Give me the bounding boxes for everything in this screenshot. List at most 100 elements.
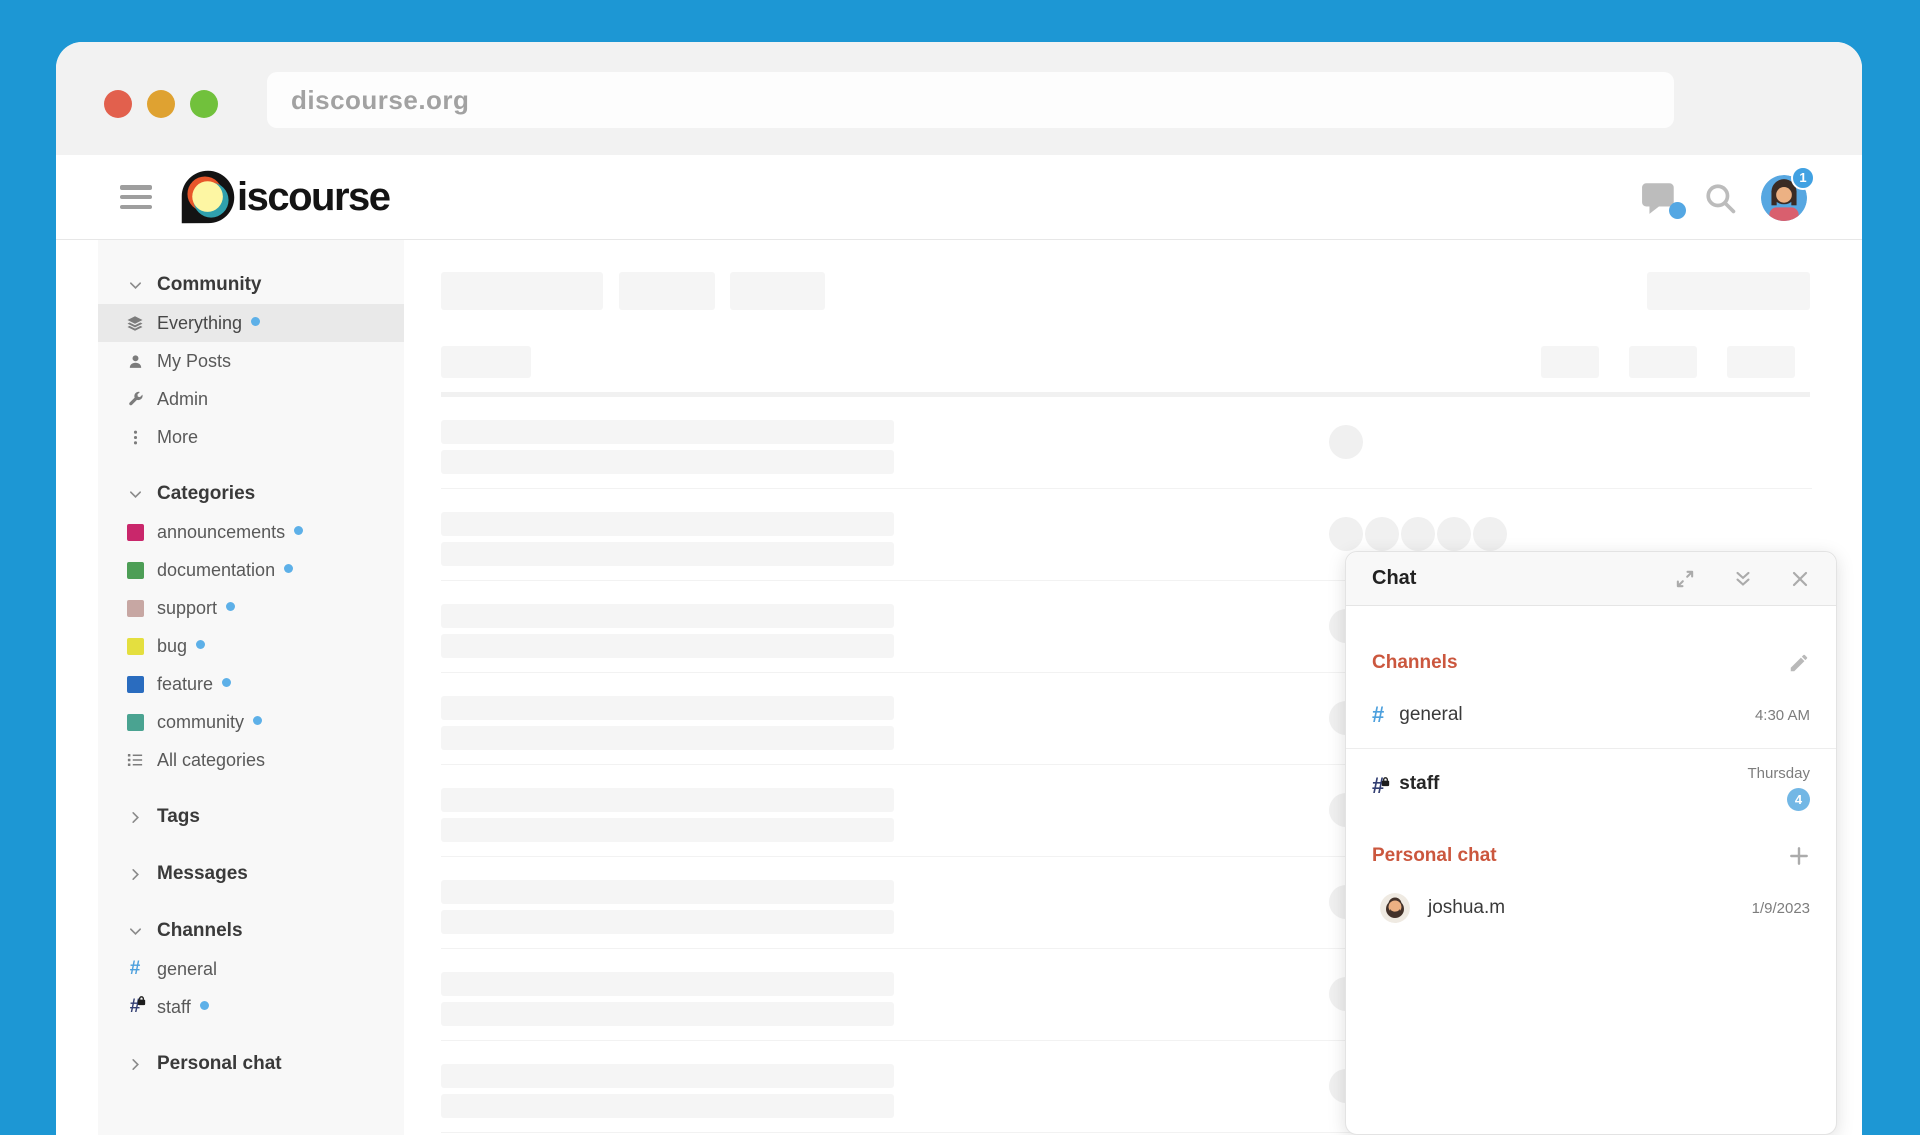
close-icon[interactable] [1790,568,1810,590]
chat-unread-badge: 4 [1787,788,1810,811]
sidebar-item-bug[interactable]: bug [98,627,404,665]
sidebar-item-community[interactable]: community [98,703,404,741]
sidebar-item-general[interactable]: # general [98,950,404,988]
hash-icon: # [1372,702,1385,727]
joshua-avatar [1380,893,1410,923]
site-header: iscourse 1 [56,155,1862,240]
hash-glyph: # [130,996,146,1018]
chat-panel: Chat Channels # general 4:30 AM # staff … [1345,551,1837,1135]
unread-dot [294,525,304,535]
skeleton-placeholder [441,696,894,720]
sidebar-section-community[interactable]: Community [98,266,404,304]
sidebar-item-label: staff [157,996,191,1017]
sidebar-item-everything[interactable]: Everything [98,304,404,342]
sidebar-section-label: Messages [157,863,248,884]
chat-bubble-icon[interactable] [1641,180,1686,219]
sidebar-item-feature[interactable]: feature [98,665,404,703]
sidebar-item-label: Everything [157,312,243,333]
discourse-logo-text: iscourse [237,174,391,219]
unread-dot [284,563,294,573]
unread-dot [199,1000,209,1010]
sidebar-section-channels[interactable]: Channels [98,912,404,950]
category-swatch [124,561,146,579]
skeleton-placeholder [441,604,894,628]
sidebar-item-announcements[interactable]: announcements [98,513,404,551]
lock-icon [1380,767,1391,793]
sidebar-item-my-posts[interactable]: My Posts [98,342,404,380]
category-swatch [124,713,146,731]
skeleton-placeholder [441,880,894,904]
chat-channel-staff[interactable]: # staff Thursday 4 [1372,763,1810,811]
sidebar-item-label: Admin [157,388,209,409]
chat-panel-title: Chat [1372,567,1417,589]
sidebar-item-documentation[interactable]: documentation [98,551,404,589]
sidebar-section-label: Tags [157,806,200,827]
user-icon [124,353,146,370]
wrench-icon [124,391,146,408]
unread-dot [222,677,232,687]
skeleton-placeholder [441,1064,894,1088]
unread-dot [253,715,263,725]
hash-glyph: # [129,958,141,979]
unread-dot [226,601,236,611]
skeleton-placeholder [441,346,531,378]
chat-unread-dot [1669,201,1686,219]
skeleton-placeholder [441,542,894,566]
user-avatar[interactable]: 1 [1761,165,1815,221]
skeleton-placeholder [441,512,894,536]
skeleton-avatar-circle [1401,517,1435,551]
expand-icon[interactable] [1674,568,1696,590]
chat-dm-joshua-m[interactable]: joshua.m 1/9/2023 [1372,893,1810,923]
discourse-logo[interactable]: iscourse [180,169,391,225]
sidebar-item-label: bug [157,635,188,656]
chat-channel-general[interactable]: # general 4:30 AM [1372,702,1810,728]
skeleton-placeholder [441,788,894,812]
sidebar-section-label: Personal chat [157,1053,282,1074]
sidebar-item-label: community [157,711,245,732]
sidebar-item-support[interactable]: support [98,589,404,627]
skeleton-placeholder [441,420,894,444]
window-controls [104,90,218,118]
sidebar: Community Everything My Posts Admin More Cate… [98,240,404,1135]
screen: discourse.org iscourse 1 Community Every… [0,0,1920,1135]
minimize-window-button[interactable] [147,90,175,118]
sidebar-item-staff[interactable]: # staff [98,988,404,1026]
skeleton-avatar-circle [1437,517,1471,551]
skeleton-placeholder [441,726,894,750]
skeleton-placeholder [441,1094,894,1118]
pencil-icon[interactable] [1788,652,1810,674]
sidebar-section-tags[interactable]: Tags [98,798,404,836]
maximize-window-button[interactable] [190,90,218,118]
category-swatch-color [126,599,144,617]
skeleton-placeholder [441,488,1812,489]
skeleton-placeholder [441,392,1810,397]
lock-icon [136,990,147,1012]
collapse-icon[interactable] [1732,568,1754,590]
sidebar-item-admin[interactable]: Admin [98,380,404,418]
search-icon[interactable] [1703,181,1737,215]
sidebar-section-categories[interactable]: Categories [98,475,404,513]
close-window-button[interactable] [104,90,132,118]
plus-icon[interactable] [1788,845,1810,867]
chevron-right-icon [124,1057,146,1072]
chevron-down-icon [124,487,146,502]
sidebar-section-label: Community [157,274,262,295]
hamburger-menu-icon[interactable] [120,185,152,209]
skeleton-placeholder [730,272,825,310]
sidebar-section-label: Channels [157,920,243,941]
layers-icon [124,314,146,332]
chat-channel-timestamp: 4:30 AM [1754,706,1810,724]
skeleton-avatar-circle [1473,517,1507,551]
category-swatch-color [126,675,144,693]
sidebar-item-all-categories[interactable]: All categories [98,741,404,779]
sidebar-section-messages[interactable]: Messages [98,855,404,893]
chevron-right-icon [124,810,146,825]
ellipsis-icon [124,429,146,446]
skeleton-placeholder [441,634,894,658]
chat-channel-name: staff [1399,773,1440,794]
category-swatch [124,523,146,541]
sidebar-section-personal-chat[interactable]: Personal chat [98,1045,404,1083]
chevron-down-icon [124,278,146,293]
sidebar-item-more[interactable]: More [98,418,404,456]
address-bar[interactable]: discourse.org [267,72,1674,128]
